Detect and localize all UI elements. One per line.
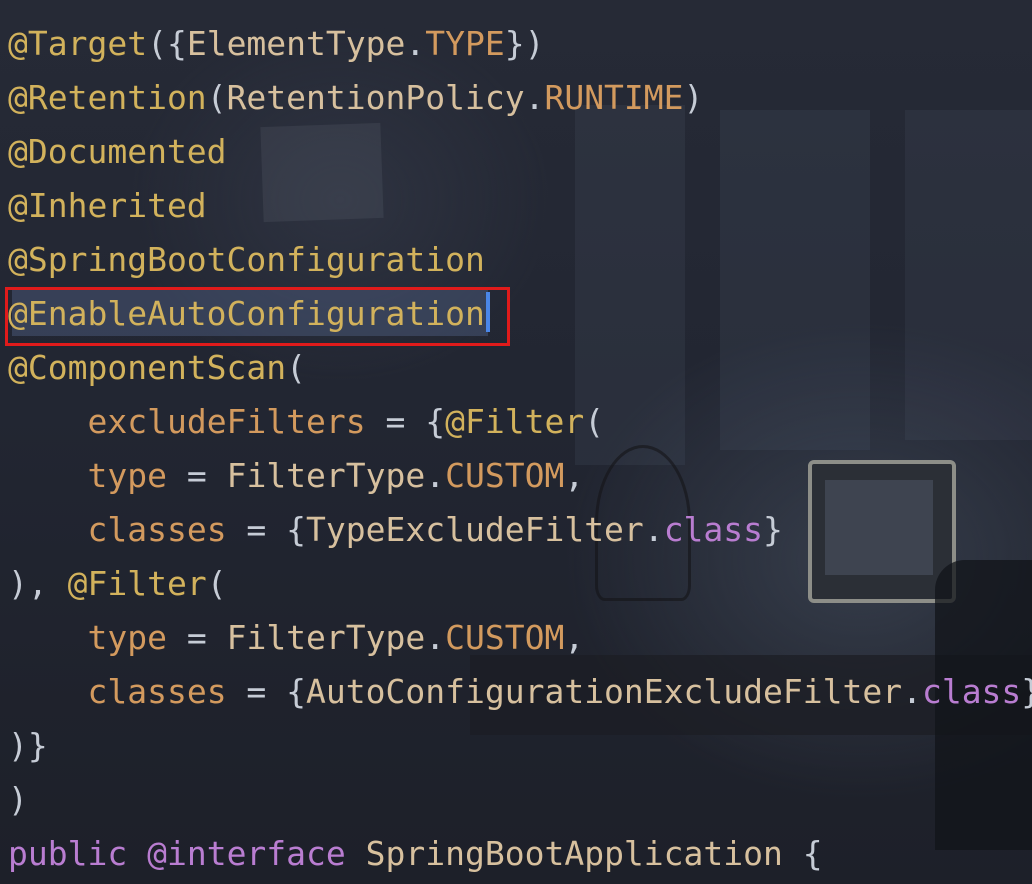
code-token: FilterType [226,456,426,495]
code-token: ( [206,78,227,117]
code-token: class [921,672,1022,711]
code-token: = [166,618,227,657]
code-token: { [782,834,823,873]
code-line[interactable]: @Documented [8,125,1032,179]
code-line[interactable]: excludeFilters = {@Filter( [8,395,1032,449]
code-token: TYPE [425,24,505,63]
code-token: = { [226,510,307,549]
code-token: RUNTIME [544,78,684,117]
code-token: TypeExcludeFilter [306,510,644,549]
code-line[interactable]: @Retention(RetentionPolicy.RUNTIME) [8,71,1032,125]
code-token: CUSTOM [445,618,565,657]
code-token: . [524,78,545,117]
code-line[interactable]: classes = {TypeExcludeFilter.class} [8,503,1032,557]
code-token: , [564,618,585,657]
code-line[interactable]: type = FilterType.CUSTOM, [8,611,1032,665]
code-token: SpringBootApplication [365,834,783,873]
code-token: @Target [8,24,148,63]
code-token: ), [8,564,68,603]
code-token: type [87,456,167,495]
code-token: . [405,24,426,63]
code-editor[interactable]: @Target({ElementType.TYPE}) @Retention(Re… [8,17,1032,881]
code-token: } [763,510,783,549]
code-token: = { [365,402,446,441]
code-line[interactable]: classes = {AutoConfigurationExcludeFilte… [8,665,1032,719]
text-caret [486,292,490,332]
code-token: . [643,510,664,549]
code-token: ({ [147,24,187,63]
code-token: . [425,618,446,657]
code-token: @Documented [8,132,227,171]
code-token: ) [8,780,28,819]
code-line[interactable]: @Target({ElementType.TYPE}) [8,17,1032,71]
code-token: ( [206,564,227,603]
code-token: . [902,672,922,711]
code-line[interactable]: @SpringBootConfiguration [8,233,1032,287]
code-token: classes [87,510,227,549]
highlight-annotation-box [5,287,510,346]
code-line[interactable]: ), @Filter( [8,557,1032,611]
code-line[interactable]: @Inherited [8,179,1032,233]
code-token: }) [504,24,545,63]
code-token: ( [584,402,605,441]
code-line[interactable]: @ComponentScan( [8,341,1032,395]
code-token: . [425,456,446,495]
code-token: ElementType [186,24,406,63]
code-token: AutoConfigurationExcludeFilter [306,672,903,711]
code-line[interactable]: type = FilterType.CUSTOM, [8,449,1032,503]
code-token: RetentionPolicy [226,78,525,117]
code-token: type [87,618,167,657]
code-token: ) [683,78,704,117]
code-token: @Filter [67,564,207,603]
code-token: = [166,456,227,495]
code-token: )} [8,726,48,765]
code-token: , [564,456,585,495]
code-token: @Inherited [8,186,207,225]
code-token: @SpringBootConfiguration [8,240,485,279]
code-token: public [8,834,128,873]
code-line[interactable]: ) [8,773,1032,827]
code-token: } [1021,672,1032,711]
code-token: @Filter [445,402,585,441]
code-token: classes [87,672,227,711]
code-token: class [663,510,764,549]
code-token: @interface [147,834,346,873]
code-token: FilterType [226,618,426,657]
code-token: CUSTOM [445,456,565,495]
code-token: excludeFilters [87,402,366,441]
code-token: @Retention [8,78,207,117]
code-token: ( [286,348,307,387]
code-line[interactable]: )} [8,719,1032,773]
code-token: @ComponentScan [8,348,287,387]
code-line[interactable]: public @interface SpringBootApplication … [8,827,1032,881]
code-token: = { [226,672,307,711]
